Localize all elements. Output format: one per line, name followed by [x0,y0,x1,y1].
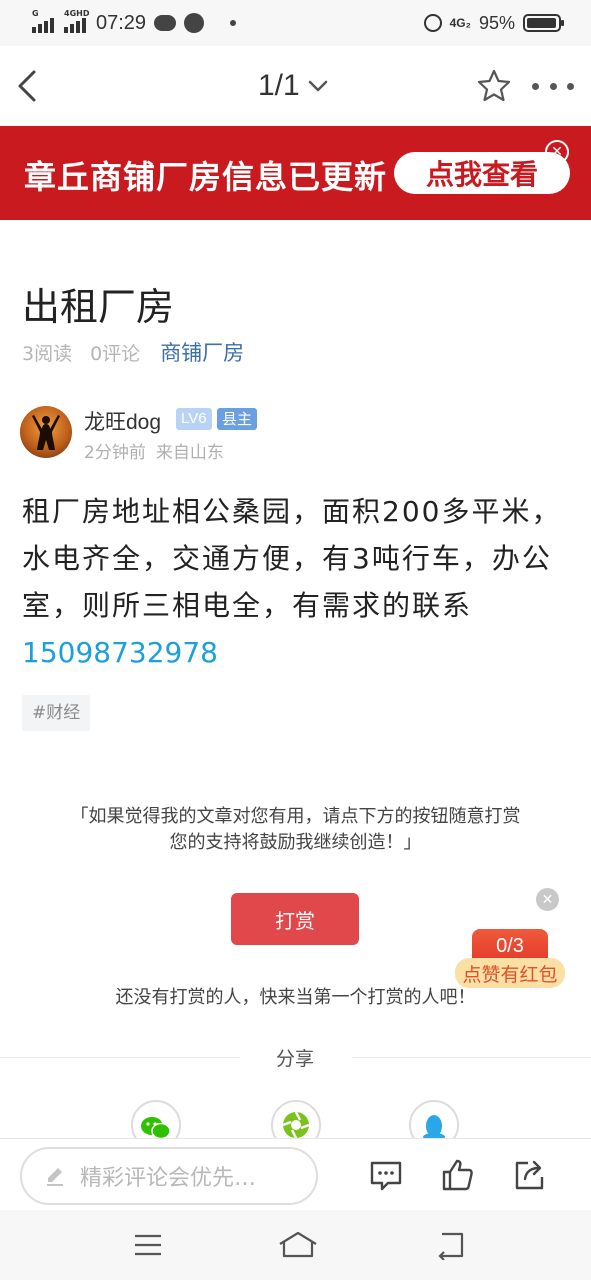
topic-tag[interactable]: #财经 [22,695,91,731]
article-body: 租厂房地址相公桑园，面积200多平米，水电齐全，交通方便，有3吨行车，办公室，则… [22,488,574,676]
author-name[interactable]: 龙旺dog [84,406,161,436]
author-row: 龙旺dog LV6 县主 2分钟前 来自山东 [20,404,580,464]
article-meta: 3阅读 0评论 商铺厂房 [22,338,244,366]
more-button[interactable] [532,74,574,98]
reward-note-line: 「如果觉得我的文章对您有用，请点下方的按钮随意打赏 [70,806,521,827]
star-icon [477,69,511,102]
page-indicator-label: 1/1 [258,69,300,102]
page-indicator[interactable]: 1/1 [258,66,328,106]
system-back-button[interactable] [434,1230,466,1261]
favorite-button[interactable] [476,68,512,104]
post-time: 2分钟前 [84,443,146,463]
thumbs-up-icon [442,1159,473,1191]
system-menu-button[interactable] [132,1230,164,1260]
back-arrow-icon [438,1232,464,1261]
post-source: 来自山东 [155,443,224,463]
comment-placeholder: 精彩评论会优先… [80,1166,257,1191]
comment-bubble-icon [370,1161,402,1191]
status-bar: G 4GHD 07:29 4G₂ 95% [0,0,591,46]
red-packet-close-icon[interactable]: ✕ [536,888,559,911]
battery-percent: 95% [478,12,515,33]
banner-text: 章丘商铺厂房信息已更新 [24,158,388,196]
avatar-silhouette-icon [32,415,60,450]
like-button[interactable] [440,1157,476,1193]
nav-bar: 1/1 [0,46,591,126]
reward-button[interactable]: 打赏 [231,893,359,945]
pencil-icon [47,1168,63,1186]
status-time: 07:29 [96,11,147,34]
signal-icon-2: 4GHD [64,9,89,33]
more-dot-icon [549,82,557,90]
read-count: 3阅读 [22,342,73,365]
more-dot-icon [532,82,539,90]
share-button[interactable] [512,1157,548,1193]
system-home-button[interactable] [278,1230,317,1260]
menu-icon [135,1234,161,1256]
reward-note: 「如果觉得我的文章对您有用，请点下方的按钮随意打赏 您的支持将鼓励我继续创造！」 [0,804,591,856]
divider [0,1057,240,1058]
back-button[interactable] [14,66,44,106]
title-badge: 县主 [217,408,258,430]
share-label: 分享 [275,1048,314,1070]
phone-link[interactable]: 15098732978 [22,636,218,669]
battery-icon [523,14,564,32]
divider [352,1057,591,1058]
network-type: 4G₂ [449,16,471,30]
home-icon [279,1231,317,1258]
signal-icon: G [32,9,56,33]
article-title: 出租厂房 [22,285,175,329]
post-meta: 2分钟前 来自山东 [84,438,224,463]
red-packet-label[interactable]: 点赞有红包 [455,958,565,988]
chevron-left-icon [18,70,36,102]
reward-note-line: 您的支持将鼓励我继续创造！」 [169,832,422,853]
alarm-icon [423,14,442,32]
comments-button[interactable] [368,1157,404,1193]
more-dot-icon [567,82,574,90]
notification-dot-icon [230,20,237,26]
signal-label: G [32,9,39,18]
comment-input[interactable]: 精彩评论会优先… [20,1147,318,1205]
share-arrow-icon [515,1160,544,1190]
banner-close-icon[interactable]: ✕ [545,140,569,164]
banner-view-button[interactable]: 点我查看 [394,152,570,194]
cloud-icon [154,15,177,31]
system-nav-bar [0,1210,591,1280]
comment-count: 0评论 [90,342,141,365]
signal-label-2: 4GHD [64,9,90,18]
compass-icon [184,13,205,33]
category-link[interactable]: 商铺厂房 [160,337,244,367]
article-body-text: 租厂房地址相公桑园，面积200多平米，水电齐全，交通方便，有3吨行车，办公室，则… [22,495,562,622]
avatar[interactable] [20,406,72,458]
comment-bar: 精彩评论会优先… [0,1138,591,1210]
chevron-down-icon [308,80,327,92]
promo-banner[interactable]: 章丘商铺厂房信息已更新 点我查看 [0,126,591,220]
level-badge: LV6 [176,408,212,430]
